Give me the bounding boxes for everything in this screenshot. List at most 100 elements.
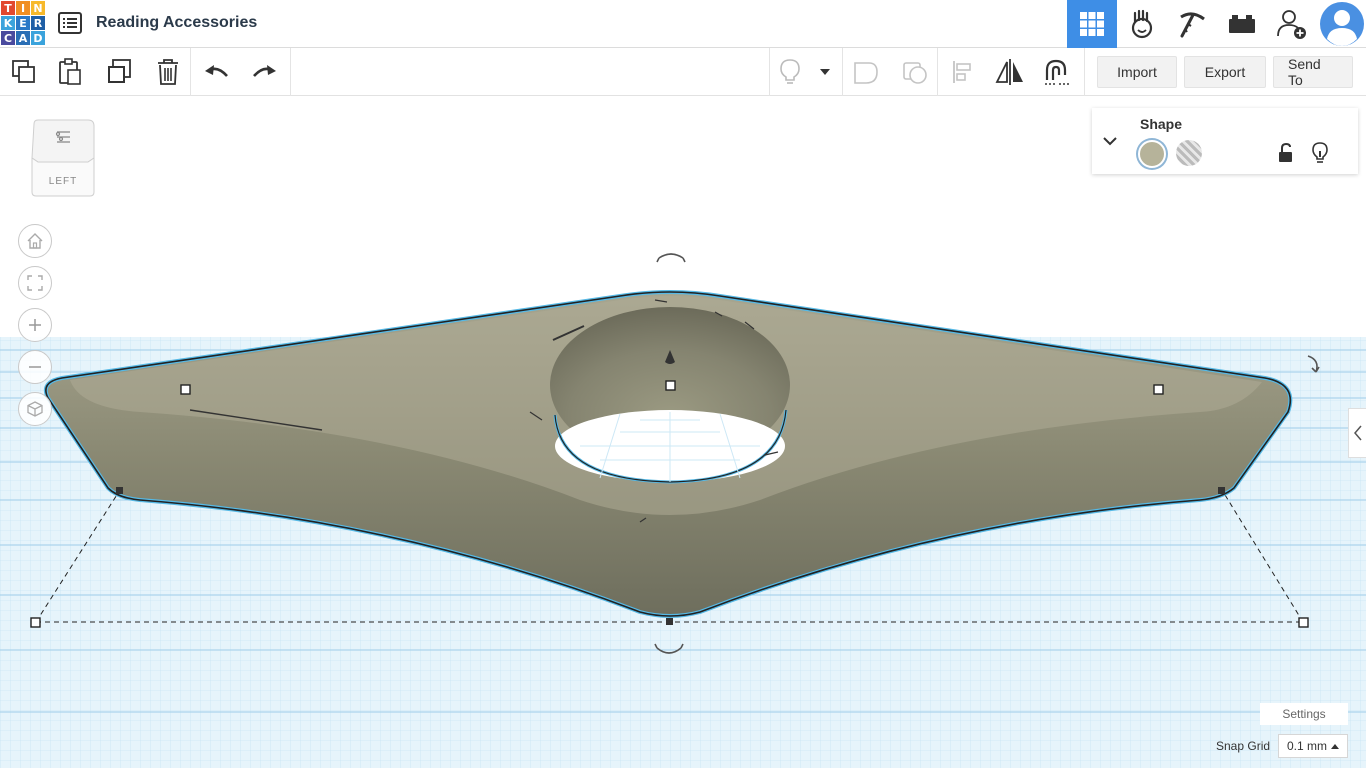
undo-icon <box>205 65 228 77</box>
bricks-view-button[interactable] <box>1167 0 1217 48</box>
blocks-view-button[interactable] <box>1117 0 1167 48</box>
view-cube[interactable]: LEFT <box>28 118 98 202</box>
send-to-button[interactable]: Send To <box>1273 56 1353 88</box>
settings-button[interactable]: Settings <box>1260 703 1348 725</box>
home-icon <box>27 233 43 249</box>
snap-grid-select[interactable]: 0.1 mm <box>1278 734 1348 758</box>
avatar-icon <box>1319 2 1364 46</box>
handle-side[interactable] <box>1218 487 1225 494</box>
design-title[interactable]: Reading Accessories <box>96 14 257 32</box>
redo-icon <box>253 65 276 77</box>
handle-corner[interactable] <box>30 617 41 628</box>
add-user-icon <box>1277 10 1306 39</box>
chevron-left-icon <box>1353 425 1362 441</box>
perspective-toggle-button[interactable] <box>18 392 52 426</box>
logo-letter: R <box>31 16 45 30</box>
toolbar-divider <box>290 48 291 96</box>
pickaxe-icon <box>1180 12 1205 38</box>
3d-scene[interactable] <box>0 97 1366 768</box>
cruise-magnet-button[interactable] <box>1041 56 1073 88</box>
align-button[interactable] <box>947 56 979 88</box>
handle-corner[interactable] <box>1153 384 1164 395</box>
handle-corner[interactable] <box>1298 617 1309 628</box>
cube-perspective-icon <box>27 401 43 417</box>
handle-side[interactable] <box>666 618 673 625</box>
copy-icon <box>12 60 35 83</box>
logo-letter: N <box>31 1 45 15</box>
copy-button[interactable] <box>8 56 40 88</box>
logo-letter: I <box>16 1 30 15</box>
group-button[interactable] <box>850 56 882 88</box>
3d-design-view-button[interactable] <box>1067 0 1117 48</box>
plus-icon <box>29 319 41 331</box>
panel-expand-toggle[interactable] <box>1348 408 1366 458</box>
align-icon <box>953 61 971 83</box>
toolbar-divider <box>1084 48 1085 96</box>
cube-icon <box>31 119 95 197</box>
zoom-in-button[interactable] <box>18 308 52 342</box>
chevron-down-icon <box>1103 137 1117 146</box>
shape-panel-title: Shape <box>1140 116 1183 132</box>
unlock-icon[interactable] <box>1276 142 1296 164</box>
minus-icon <box>29 366 41 368</box>
paste-icon <box>59 58 81 85</box>
home-view-button[interactable] <box>18 224 52 258</box>
tinkercad-editor: TIN KER CAD Reading Accessories Import Exp… <box>0 0 1366 768</box>
trash-icon <box>158 59 178 85</box>
hand-icon <box>1131 9 1153 39</box>
handle-corner[interactable] <box>180 384 191 395</box>
snap-grid-label: Snap Grid <box>1216 739 1271 753</box>
fit-view-button[interactable] <box>18 266 52 300</box>
toolbar-divider <box>937 48 938 96</box>
lightbulb-icon <box>780 59 800 84</box>
ungroup-button[interactable] <box>899 56 931 88</box>
export-button[interactable]: Export <box>1184 56 1266 88</box>
edit-toolbar: Import Export Send To <box>0 48 1366 96</box>
hole-swatch[interactable] <box>1176 140 1202 166</box>
duplicate-button[interactable] <box>103 56 135 88</box>
handle-side[interactable] <box>116 487 123 494</box>
logo-letter: D <box>31 31 45 45</box>
group-icon <box>854 62 878 84</box>
logo-letter: K <box>1 16 15 30</box>
grid-icon <box>1080 12 1104 36</box>
import-button[interactable]: Import <box>1097 56 1177 88</box>
ungroup-icon <box>903 62 927 84</box>
toolbar-divider <box>190 48 191 96</box>
mirror-icon <box>995 59 1023 85</box>
undo-button[interactable] <box>201 56 233 88</box>
show-all-dropdown[interactable] <box>812 56 838 88</box>
design-list-icon[interactable] <box>58 12 82 34</box>
workplane-viewport[interactable] <box>0 97 1366 768</box>
rotate-arrow-icon[interactable] <box>658 253 684 259</box>
toolbar-divider <box>842 48 843 96</box>
toolbar-divider <box>769 48 770 96</box>
tinkercad-logo[interactable]: TIN KER CAD <box>1 1 45 45</box>
invite-user-button[interactable] <box>1267 0 1317 48</box>
logo-letter: A <box>16 31 30 45</box>
delete-button[interactable] <box>152 56 184 88</box>
logo-letter: T <box>1 1 15 15</box>
paste-button[interactable] <box>54 56 86 88</box>
show-all-button[interactable] <box>774 56 806 88</box>
visibility-bulb-icon[interactable] <box>1310 141 1330 165</box>
view-cube-face-label: LEFT <box>48 176 78 187</box>
logo-letter: E <box>16 16 30 30</box>
collapse-panel-button[interactable] <box>1102 134 1118 146</box>
snap-grid-value: 0.1 mm <box>1287 739 1328 753</box>
magnet-icon <box>1045 59 1070 85</box>
zoom-out-button[interactable] <box>18 350 52 384</box>
mirror-button[interactable] <box>994 56 1026 88</box>
logo-letter: C <box>1 31 15 45</box>
redo-button[interactable] <box>248 56 280 88</box>
shape-inspector-panel: Shape <box>1092 108 1358 174</box>
brick-icon <box>1229 15 1255 33</box>
top-header: TIN KER CAD Reading Accessories <box>0 0 1366 48</box>
caret-up-icon <box>1331 744 1339 749</box>
handle-top[interactable] <box>665 380 676 391</box>
duplicate-icon <box>108 59 131 83</box>
fit-to-view-icon <box>27 275 43 291</box>
lego-view-button[interactable] <box>1217 0 1267 48</box>
profile-button[interactable] <box>1317 0 1366 48</box>
solid-color-swatch[interactable] <box>1138 140 1166 168</box>
